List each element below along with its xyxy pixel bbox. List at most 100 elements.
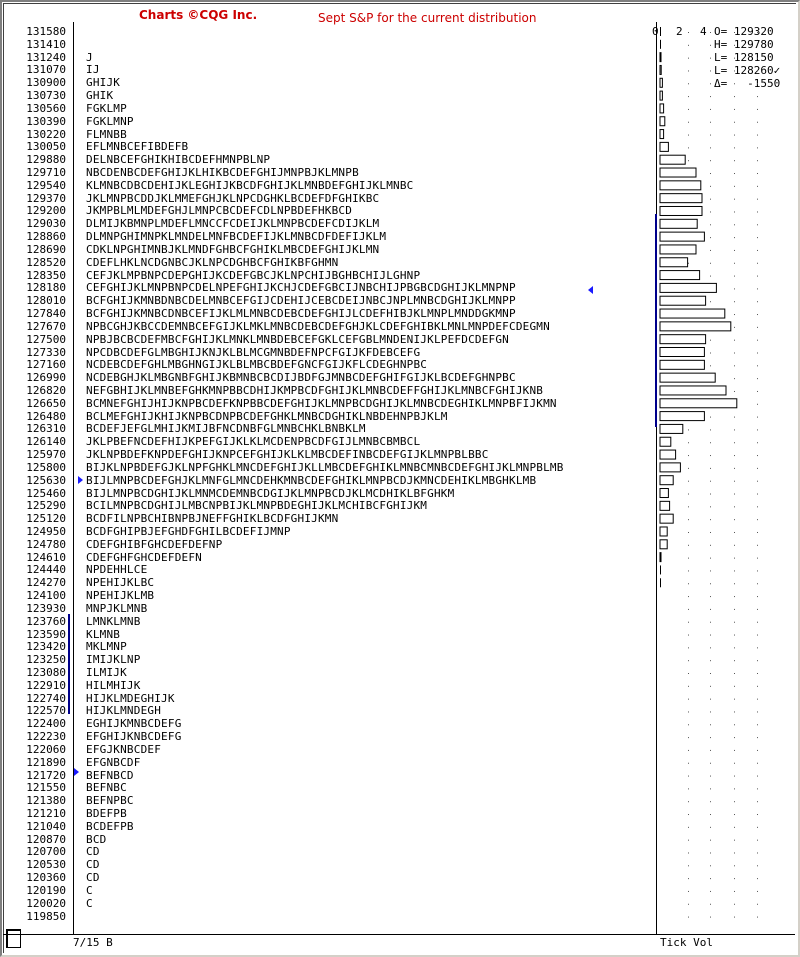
vol-scale-4: 4 <box>700 25 707 38</box>
price-axis-line <box>73 22 74 934</box>
price-level: 126990 <box>26 371 66 385</box>
tpo-letters: BCFGHIJKMNBCDNBCEFIJKLMLMNBCDEBCDEFGHIJL… <box>86 307 516 321</box>
tpo-letters: NCDEBGHJKLMBGNBFGHIJKBMNBCBCDIJBDFGJMNBC… <box>86 371 516 385</box>
price-level: 121890 <box>26 755 66 769</box>
price-level: 120020 <box>26 896 66 910</box>
tpo-letters: BEFNBCD <box>86 768 134 782</box>
price-level: 122230 <box>26 730 66 744</box>
price-level: 128010 <box>26 294 66 308</box>
price-level: 127840 <box>26 307 66 321</box>
price-level: 130730 <box>26 89 66 103</box>
tpo-letters: GHIK <box>86 89 114 103</box>
stat-open: O= 129320 <box>714 25 774 38</box>
price-level: 125800 <box>26 460 66 474</box>
tpo-letters: FLMNBB <box>86 127 127 141</box>
chart-title: Sept S&P for the current distribution <box>318 11 537 25</box>
tpo-letters: ILMIJK <box>86 666 127 679</box>
price-level: 130560 <box>26 101 66 115</box>
tpo-letters: IMIJKLNP <box>86 653 141 667</box>
tpo-letters: CDEFGHFGHCDEFDEFN <box>86 550 202 564</box>
price-level: 127330 <box>26 345 66 359</box>
price-level: 129030 <box>26 217 66 231</box>
price-level: 125120 <box>26 512 66 526</box>
tpo-letters: DLMNPGHIMNPKLMNDELMNFBCDEFIJKLMNBCDFDEFI… <box>86 230 387 244</box>
tpo-letters: EFGHIJKNBCDEFG <box>86 730 182 744</box>
price-level: 124780 <box>26 537 66 551</box>
tpo-letters: C <box>86 883 93 897</box>
price-level: 127160 <box>26 358 66 372</box>
tpo-letters: JKLNPBDEFKNPDEFGHIJKNPCEFGHIJKLKLMBCDEFI… <box>86 448 489 462</box>
price-level: 120190 <box>26 883 66 897</box>
date-label: 7/15 B <box>73 936 113 949</box>
tpo-letters: BCILMNPBCDGHIJLMBCNPBIJKLMNPBDEGHIJKLMCH… <box>86 499 428 513</box>
tpo-letters: KLMNBCDBCDEHIJKLEGHIJKBCDFGHIJKLMNBDEFGH… <box>86 178 414 192</box>
stat-low: L= 128150 <box>714 51 774 64</box>
tpo-letters: NPEHIJKLMB <box>86 589 155 603</box>
lower-range-bracket <box>68 614 70 714</box>
price-level: 128860 <box>26 230 66 244</box>
tpo-letters: C <box>86 896 93 910</box>
price-level: 129880 <box>26 153 66 167</box>
price-level: 121380 <box>26 794 66 808</box>
tpo-letters: CEFJKLMPBNPCDEPGHIJKCDEFGBCJKLNPCHIJBGHB… <box>86 268 421 282</box>
price-level: 122400 <box>26 717 66 731</box>
panel-label: Tick Vol <box>660 936 713 949</box>
value-area-bracket <box>655 214 657 427</box>
tpo-letters: BEFNPBC <box>86 794 134 808</box>
price-level: 122910 <box>26 678 66 692</box>
price-level: 130220 <box>26 127 66 141</box>
price-level: 126480 <box>26 409 66 423</box>
scroll-handle[interactable] <box>6 929 21 948</box>
tpo-letters: CD <box>86 845 100 859</box>
tpo-letters: BCDEFPB <box>86 819 134 833</box>
price-level: 123420 <box>26 640 66 654</box>
price-level: 125460 <box>26 486 66 500</box>
tpo-letters: NBCDENBCDEFGHIJKLHIKBCDEFGHIJMNPBJKLMNPB <box>86 166 359 180</box>
price-level: 124950 <box>26 524 66 538</box>
volume-axis-line <box>656 22 657 934</box>
tpo-letters: NPDEHHLCE <box>86 563 148 577</box>
price-level: 121720 <box>26 768 66 782</box>
tpo-letters: CDKLNPGHIMNBJKLMNDFGHBCFGHIKLMBCDEFGHIJK… <box>86 242 380 256</box>
price-level: 123930 <box>26 601 66 615</box>
vol-scale-0: 0 <box>652 25 659 38</box>
tpo-letters: HIJKLMNDEGH <box>86 704 162 718</box>
price-level: 123250 <box>26 653 66 667</box>
tpo-letters: J <box>86 50 93 64</box>
price-level: 122060 <box>26 742 66 756</box>
vol-scale-2: 2 <box>676 25 683 38</box>
tpo-letters: GHIJK <box>86 76 121 90</box>
tpo-letters: NPBJBCBCDEFMBCFGHIJKLMNKLMNBDEBCEFGKLCEF… <box>86 332 509 346</box>
tpo-letters: LMNKLMNB <box>86 614 141 628</box>
price-level: 124610 <box>26 550 66 564</box>
tpo-letters: KLMNB <box>86 627 121 641</box>
tpo-letters: JKLPBEFNCDEFHIJKPEFGIJKLKLMCDENPBCDFGIJL… <box>86 435 421 449</box>
price-level: 124270 <box>26 576 66 590</box>
price-level: 131580 <box>26 25 66 38</box>
price-level: 122570 <box>26 704 66 718</box>
tpo-letters: CD <box>86 858 100 872</box>
tpo-letters: NPCDBCDEFGLMBGHIJKNJKLBLMCGMNBDEFNPCFGIJ… <box>86 345 421 359</box>
price-level: 125290 <box>26 499 66 513</box>
tpo-letters: MNPJKLMNB <box>86 601 148 615</box>
price-level: 128690 <box>26 242 66 256</box>
price-level: 123760 <box>26 614 66 628</box>
tpo-letters: FGKLMNP <box>86 114 134 128</box>
tpo-letters: DELNBCEFGHIKHIBCDEFHMNPBLNP <box>86 153 271 167</box>
price-level: 126650 <box>26 396 66 410</box>
range-marker-lower <box>74 768 79 776</box>
tpo-letters: IJ <box>86 63 100 77</box>
current-price-marker <box>588 286 593 294</box>
price-level: 124100 <box>26 589 66 603</box>
range-marker-upper <box>78 476 83 484</box>
tpo-letters: CDEFLHKLNCDGNBCJKLNPCDGHBCFGHIKBFGHMN <box>86 255 339 269</box>
price-level: 131070 <box>26 63 66 77</box>
stat-last: L= 128260✓ <box>714 64 781 77</box>
price-level: 124440 <box>26 563 66 577</box>
tpo-letters: BIJLMNPBCDEFGHJKLMNFGLMNCDEHKMNBCDEFGHIK… <box>86 473 537 487</box>
price-level: 121550 <box>26 781 66 795</box>
price-level: 126820 <box>26 383 66 397</box>
tpo-letters: NPBCGHJKBCCDEMNBCEFGIJKLMKLMNBCDEBCDEFGH… <box>86 319 550 333</box>
price-level: 120700 <box>26 845 66 859</box>
price-level: 130900 <box>26 76 66 90</box>
